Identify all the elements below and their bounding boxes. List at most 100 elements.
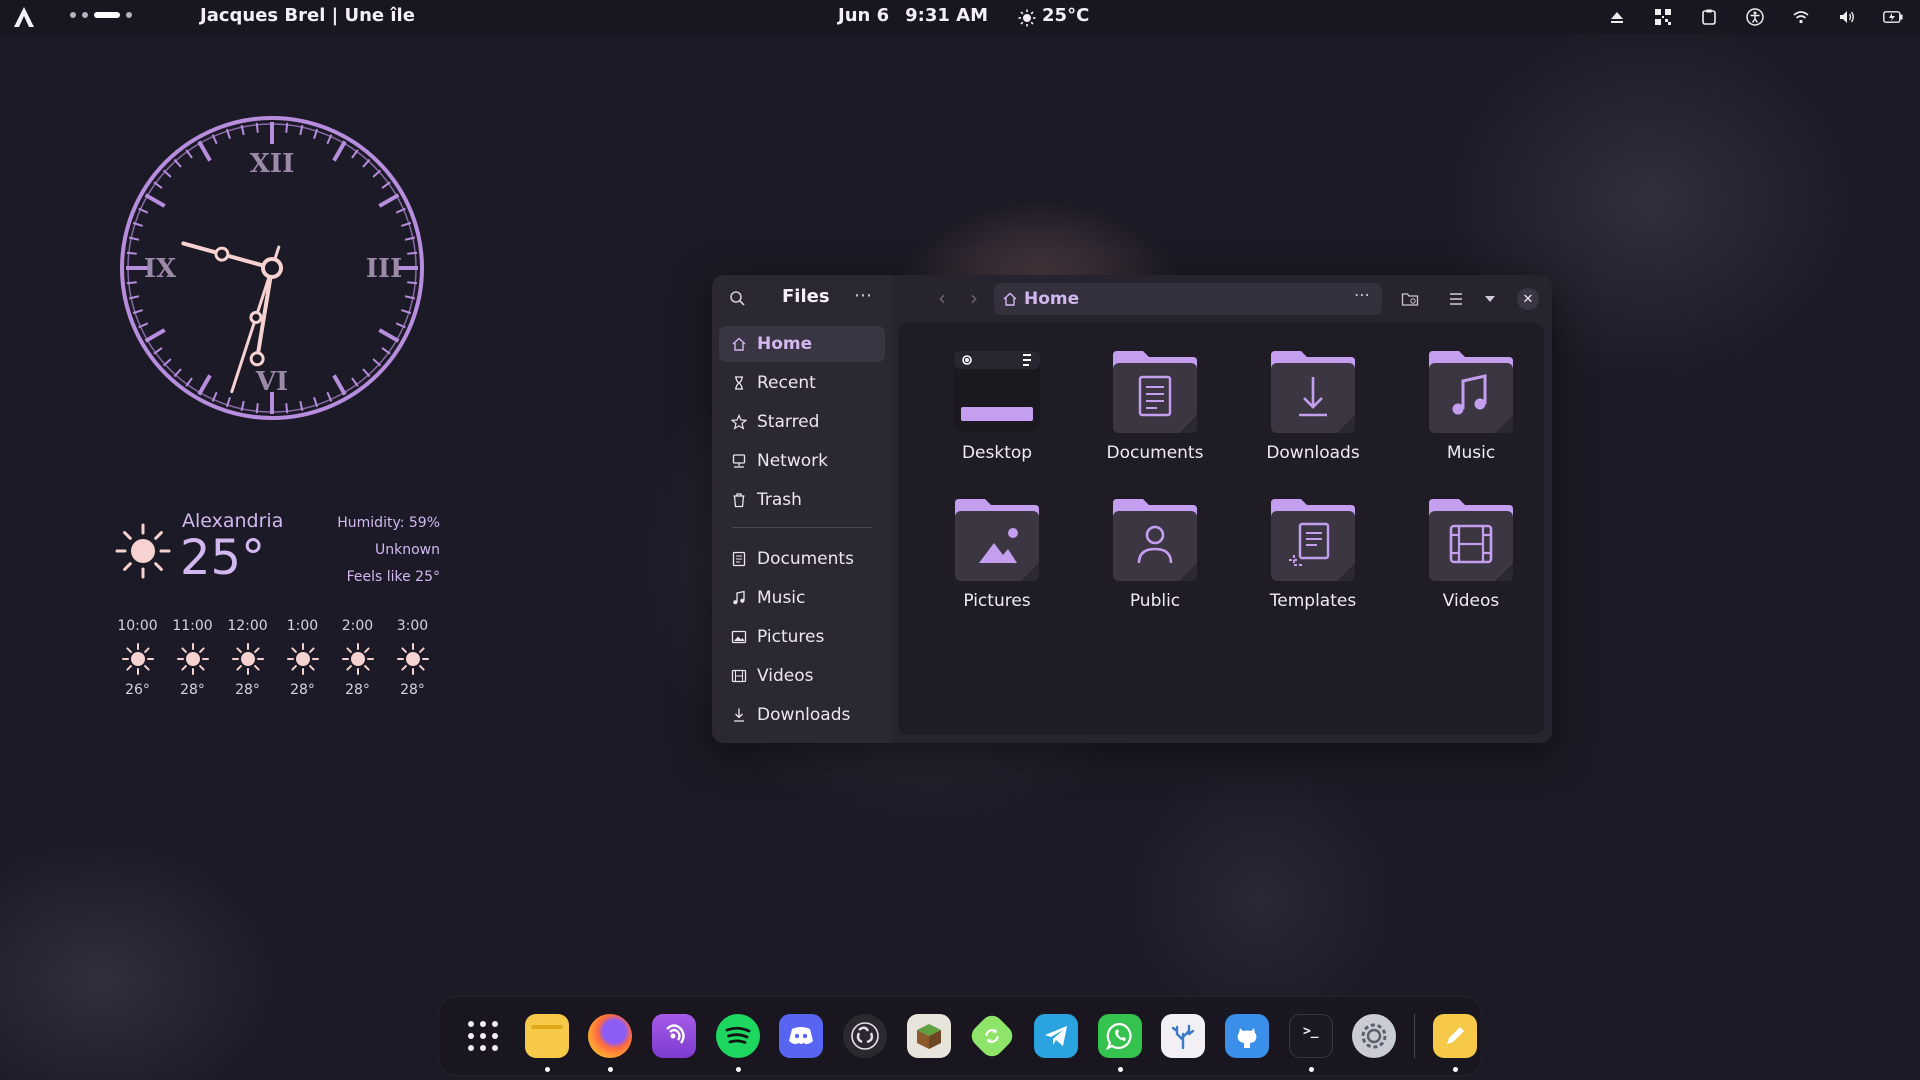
dock-app-settings[interactable]: [1349, 1010, 1401, 1062]
weather-condition: Unknown: [375, 542, 440, 558]
sidebar-item-documents[interactable]: Documents: [719, 541, 885, 577]
sidebar-item-label: Starred: [757, 412, 820, 432]
sun-icon: [121, 643, 154, 675]
hour-hand: [181, 241, 274, 270]
workspace-dot[interactable]: [126, 12, 132, 18]
dock-app-spotify[interactable]: [712, 1010, 764, 1072]
dock-app-podcasts[interactable]: [648, 1010, 700, 1062]
workspace-dot[interactable]: [82, 12, 88, 18]
list-view-icon[interactable]: [1444, 287, 1468, 311]
weather-city: Alexandria: [182, 510, 284, 532]
qr-icon[interactable]: [1652, 6, 1674, 28]
minute-tick: [285, 122, 289, 133]
eject-icon[interactable]: [1606, 6, 1628, 28]
activities-logo-icon[interactable]: [12, 5, 36, 29]
view-options-chevron-icon[interactable]: [1478, 287, 1502, 311]
sidebar-item-home[interactable]: Home: [719, 326, 885, 362]
dock-app-files[interactable]: [521, 1010, 573, 1072]
folder-downloads[interactable]: Downloads: [1234, 345, 1392, 463]
minute-tick: [285, 403, 289, 414]
folder-music[interactable]: Music: [1392, 345, 1550, 463]
hour-tick: [378, 328, 400, 343]
star-icon: [731, 414, 747, 430]
clipboard-icon[interactable]: [1698, 6, 1720, 28]
downloads-icon: [734, 708, 744, 722]
dock-app-minecraft[interactable]: [903, 1010, 955, 1062]
search-icon[interactable]: [728, 289, 748, 309]
files-window: Files ⋯ Home Recent Starred Network Tras…: [712, 275, 1552, 743]
back-button[interactable]: ‹: [930, 287, 954, 311]
wifi-icon[interactable]: [1790, 6, 1812, 28]
minute-tick: [162, 358, 172, 367]
file-label: Desktop: [961, 443, 1033, 463]
dock-app-notes[interactable]: [1429, 1010, 1481, 1072]
workspace-indicator[interactable]: [70, 12, 132, 18]
header-bar: ‹ › Home ⋯ ✕: [892, 275, 1552, 323]
whatsapp-icon: [1097, 1014, 1142, 1058]
folder-public[interactable]: Public: [1076, 493, 1234, 611]
dock-app-terminal[interactable]: >_: [1285, 1010, 1337, 1072]
datetime-menu[interactable]: Jun 6 9:31 AM 25°C: [838, 5, 1089, 29]
forward-button[interactable]: ›: [962, 287, 986, 311]
dock-app-telegram[interactable]: [1030, 1010, 1082, 1062]
system-tray[interactable]: [1606, 6, 1904, 28]
forecast-temp: 26°: [125, 682, 150, 698]
forecast-temp: 28°: [345, 682, 370, 698]
pictures-folder-icon: [955, 499, 1039, 581]
sidebar-item-videos[interactable]: Videos: [719, 658, 885, 694]
workspace-dot[interactable]: [70, 12, 76, 18]
folder-documents[interactable]: Documents: [1076, 345, 1234, 463]
sun-icon: [231, 643, 264, 675]
dock-app-github[interactable]: [1221, 1010, 1273, 1062]
battery-icon[interactable]: [1882, 6, 1904, 28]
dock-app-whatsapp[interactable]: [1094, 1010, 1146, 1072]
minute-tick: [372, 169, 382, 178]
sidebar-item-label: Downloads: [757, 705, 851, 725]
github-icon: [1225, 1014, 1270, 1058]
app-grid-icon: [467, 1021, 498, 1051]
sidebar-item-trash[interactable]: Trash: [719, 482, 885, 518]
folder-desktop[interactable]: Desktop: [918, 345, 1076, 463]
path-menu-button[interactable]: ⋯: [1354, 285, 1370, 304]
minute-tick: [126, 281, 137, 285]
pictures-icon: [731, 630, 747, 644]
files-view[interactable]: Desktop Documents Downloads Music Pictur…: [898, 323, 1544, 735]
folder-pictures[interactable]: Pictures: [918, 493, 1076, 611]
media-title[interactable]: Jacques Brel | Une île: [200, 5, 415, 26]
new-folder-icon[interactable]: [1398, 287, 1422, 311]
volume-icon[interactable]: [1836, 6, 1858, 28]
folder-templates[interactable]: Templates: [1234, 493, 1392, 611]
dock-app-grid[interactable]: [457, 1010, 509, 1062]
sun-icon: [396, 643, 429, 675]
sidebar-item-label: Trash: [757, 490, 802, 510]
sidebar-item-pictures[interactable]: Pictures: [719, 619, 885, 655]
weather-temp: 25°: [180, 530, 266, 586]
hourly-forecast: 10:00 26° 11:00 28° 12:00 28° 1:00 28° 2…: [110, 618, 440, 698]
dock-app-obs[interactable]: [839, 1010, 891, 1062]
running-indicator: [1453, 1067, 1459, 1072]
main-menu-button[interactable]: ⋯: [854, 285, 872, 306]
close-icon: ✕: [1517, 288, 1539, 310]
sidebar-item-network[interactable]: Network: [719, 443, 885, 479]
folder-videos[interactable]: Videos: [1392, 493, 1550, 611]
sidebar-item-recent[interactable]: Recent: [719, 365, 885, 401]
sidebar-item-starred[interactable]: Starred: [719, 404, 885, 440]
dock-app-discord[interactable]: [775, 1010, 827, 1062]
forecast-hour: 2:00 28°: [330, 618, 385, 698]
forecast-time: 11:00: [172, 618, 213, 634]
sidebar-item-downloads[interactable]: Downloads: [719, 697, 885, 733]
dock-app-firefox[interactable]: [584, 1010, 636, 1072]
close-button[interactable]: ✕: [1516, 287, 1540, 311]
dock-app-coral[interactable]: [1158, 1010, 1210, 1062]
forecast-time: 2:00: [341, 618, 374, 634]
terminal-icon: >_: [1288, 1014, 1333, 1058]
dock-app-update[interactable]: [967, 1010, 1019, 1062]
videos-folder-icon: [1429, 499, 1513, 581]
forecast-temp: 28°: [235, 682, 260, 698]
sidebar-item-music[interactable]: Music: [719, 580, 885, 616]
accessibility-icon[interactable]: [1744, 6, 1766, 28]
workspace-dot-active[interactable]: [94, 12, 120, 18]
podcasts-icon: [651, 1014, 696, 1058]
running-indicator: [608, 1067, 614, 1072]
path-bar[interactable]: Home ⋯: [994, 283, 1382, 315]
